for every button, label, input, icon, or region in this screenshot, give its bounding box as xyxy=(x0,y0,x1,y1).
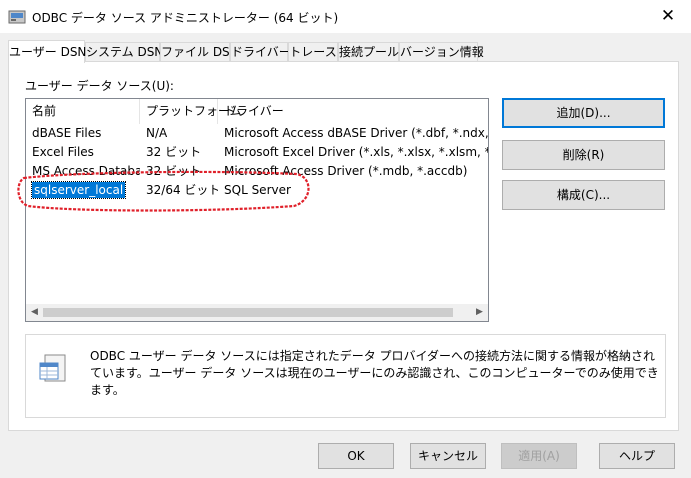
user-data-sources-label: ユーザー データ ソース(U): xyxy=(25,79,174,93)
scroll-left-icon[interactable]: ◀ xyxy=(26,304,43,321)
apply-button[interactable]: 適用(A) xyxy=(501,443,577,469)
tab-user-dsn[interactable]: ユーザー DSN xyxy=(8,40,86,63)
data-source-icon xyxy=(39,354,66,382)
close-button[interactable]: ✕ xyxy=(645,0,691,33)
table-row[interactable]: dBASE Files N/A Microsoft Access dBASE D… xyxy=(26,124,488,143)
table-row[interactable]: Excel Files 32 ビット Microsoft Excel Drive… xyxy=(26,143,488,162)
row-driver: SQL Server xyxy=(224,183,291,197)
table-row[interactable]: MS Access Database 32 ビット Microsoft Acce… xyxy=(26,162,488,181)
ok-button[interactable]: OK xyxy=(318,443,394,469)
row-name-cell: sqlserver_local xyxy=(26,181,140,200)
user-dsn-panel: ユーザー データ ソース(U): 名前 プラットフォーム ドライバー dBASE… xyxy=(8,61,679,431)
row-name: Excel Files xyxy=(32,145,94,159)
row-platform: 32 ビット xyxy=(146,145,202,159)
configure-button[interactable]: 構成(C)... xyxy=(502,180,665,210)
table-row-selected[interactable]: sqlserver_local 32/64 ビット SQL Server xyxy=(26,181,488,200)
row-driver: Microsoft Access Driver (*.mdb, *.accdb) xyxy=(224,164,468,178)
row-driver: Microsoft Access dBASE Driver (*.dbf, *.… xyxy=(224,126,488,140)
help-button[interactable]: ヘルプ xyxy=(599,443,675,469)
tab-about[interactable]: バージョン情報 xyxy=(399,42,484,61)
info-box: ODBC ユーザー データ ソースには指定されたデータ プロバイダーへの接続方法… xyxy=(25,334,666,418)
column-header-platform[interactable]: プラットフォーム xyxy=(140,99,242,124)
tab-system-dsn[interactable]: システム DSN xyxy=(85,42,163,61)
row-driver: Microsoft Excel Driver (*.xls, *.xlsx, *… xyxy=(224,145,488,159)
cancel-button[interactable]: キャンセル xyxy=(410,443,486,469)
scrollbar-thumb[interactable] xyxy=(43,308,453,317)
add-button[interactable]: 追加(D)... xyxy=(502,98,665,128)
odbc-app-icon xyxy=(8,10,26,24)
list-header: 名前 プラットフォーム ドライバー xyxy=(26,99,488,124)
row-name: dBASE Files xyxy=(32,126,102,140)
tab-drivers[interactable]: ドライバー xyxy=(230,42,291,61)
tab-connection-pooling[interactable]: 接続プール xyxy=(338,42,399,61)
title-bar: ODBC データ ソース アドミニストレーター (64 ビット) ✕ xyxy=(0,0,691,33)
row-platform: 32 ビット xyxy=(146,164,202,178)
scroll-right-icon[interactable]: ▶ xyxy=(471,304,488,321)
info-description: ODBC ユーザー データ ソースには指定されたデータ プロバイダーへの接続方法… xyxy=(90,349,659,397)
column-header-driver[interactable]: ドライバー xyxy=(218,99,488,124)
data-source-list[interactable]: 名前 プラットフォーム ドライバー dBASE Files N/A Micros… xyxy=(25,98,489,322)
row-platform: N/A xyxy=(146,126,168,140)
window-title: ODBC データ ソース アドミニストレーター (64 ビット) xyxy=(32,11,339,25)
horizontal-scrollbar[interactable]: ◀ ▶ xyxy=(26,304,488,321)
row-name: MS Access Database xyxy=(32,164,140,178)
tab-tracing[interactable]: トレース xyxy=(288,42,338,61)
row-name: sqlserver_local xyxy=(30,181,127,199)
remove-button[interactable]: 削除(R) xyxy=(502,140,665,170)
row-platform: 32/64 ビット xyxy=(146,183,218,197)
column-header-name[interactable]: 名前 xyxy=(26,99,140,124)
tab-file-dsn[interactable]: ファイル DSN xyxy=(160,42,239,61)
